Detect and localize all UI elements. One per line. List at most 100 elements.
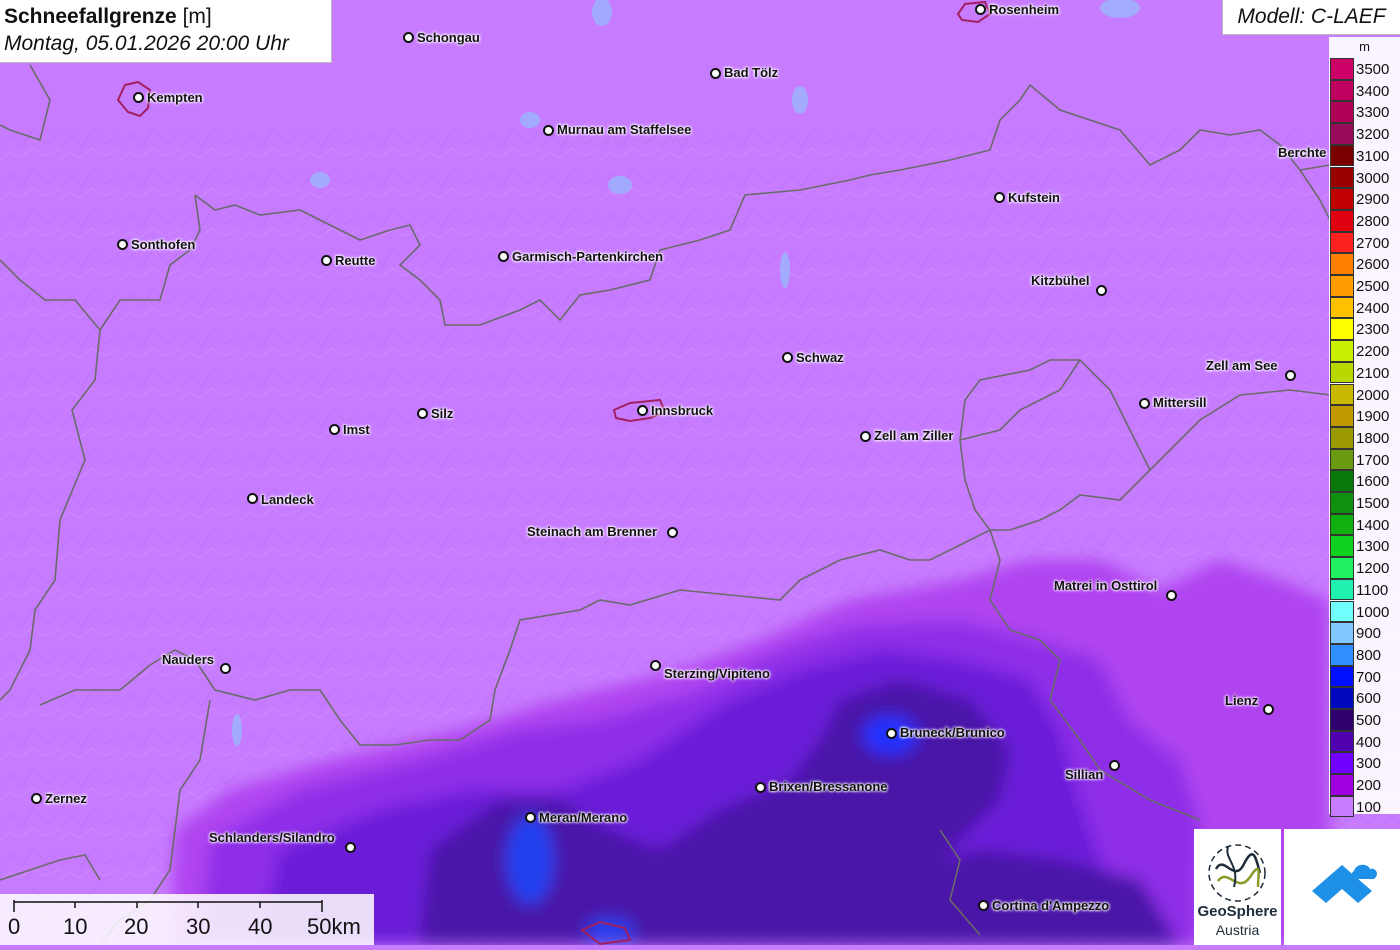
scale-label-30: 30 xyxy=(186,914,211,939)
legend-row-2600: 2600 xyxy=(1329,253,1400,275)
city-dot xyxy=(329,424,340,435)
legend-row-2900: 2900 xyxy=(1329,188,1400,210)
legend-row-2400: 2400 xyxy=(1329,296,1400,319)
city-dot xyxy=(498,251,509,262)
city-label: Zernez xyxy=(45,791,87,806)
legend-swatch xyxy=(1330,405,1354,427)
city-label: Kitzbühel xyxy=(1031,273,1090,288)
legend-row-700: 700 xyxy=(1329,665,1400,688)
legend-row-3300: 3300 xyxy=(1329,101,1400,124)
legend-label: 2000 xyxy=(1356,386,1390,404)
city-label: Murnau am Staffelsee xyxy=(557,122,692,137)
legend-row-1500: 1500 xyxy=(1329,492,1400,514)
legend-row-300: 300 xyxy=(1329,752,1400,775)
legend-label: 1500 xyxy=(1356,495,1390,512)
legend-swatch xyxy=(1330,296,1354,319)
legend-swatch xyxy=(1330,275,1354,297)
legend-label: 1300 xyxy=(1356,538,1390,556)
legend-swatch xyxy=(1330,622,1354,644)
legend-swatch xyxy=(1330,600,1354,623)
city-label: Sonthofen xyxy=(131,237,196,252)
legend-row-3200: 3200 xyxy=(1329,123,1400,145)
city-dot xyxy=(417,408,428,419)
legend-swatch xyxy=(1330,383,1354,406)
scale-bar: 0 10 20 30 40 50km xyxy=(0,894,374,945)
geosphere-logo-text-1: GeoSphere xyxy=(1197,903,1278,920)
city-label: Meran/Merano xyxy=(539,810,628,825)
legend-row-2100: 2100 xyxy=(1329,361,1400,384)
legend-swatch xyxy=(1330,557,1354,579)
legend-label: 2900 xyxy=(1356,191,1390,209)
weather-app-logo-icon xyxy=(1312,864,1377,903)
legend-label: 500 xyxy=(1356,712,1382,729)
legend-label: 3500 xyxy=(1356,61,1390,78)
legend-label: 200 xyxy=(1356,777,1382,795)
legend-label: 2700 xyxy=(1356,234,1390,252)
city-label: Cortina d'Ampezzo xyxy=(992,898,1110,913)
parameter-unit: [m] xyxy=(182,5,212,28)
legend-swatch xyxy=(1330,687,1354,709)
legend-row-1100: 1100 xyxy=(1329,578,1400,601)
legend-row-500: 500 xyxy=(1329,709,1400,731)
legend-swatch xyxy=(1330,470,1354,492)
color-legend: m 3500 3400 3300 3200 3100 3000 2900 2800 2700 26… xyxy=(1329,37,1400,818)
map-title-box: Schneefallgrenze [m] Montag, 05.01.2026 … xyxy=(0,0,332,63)
city-label: Bruneck/Brunico xyxy=(900,725,1005,740)
legend-label: 1000 xyxy=(1356,603,1390,621)
legend-label: 1700 xyxy=(1356,451,1390,469)
legend-swatch xyxy=(1330,535,1354,558)
city-dot xyxy=(1285,370,1296,381)
city-label: Innsbruck xyxy=(651,403,714,418)
city-dot xyxy=(637,405,648,416)
legend-label: 2400 xyxy=(1356,299,1390,317)
snowline-map[interactable] xyxy=(0,0,1400,945)
legend-swatch xyxy=(1330,492,1354,514)
legend-label: 2300 xyxy=(1356,321,1390,339)
scale-label-40: 40 xyxy=(248,914,273,939)
geosphere-logo[interactable]: GeoSphere Austria xyxy=(1194,829,1281,945)
legend-label: 1600 xyxy=(1356,473,1390,491)
legend-swatch xyxy=(1330,58,1354,80)
legend-swatch xyxy=(1330,188,1354,210)
city-label: Schwaz xyxy=(796,350,844,365)
city-dot xyxy=(994,192,1005,203)
legend-label: 900 xyxy=(1356,625,1382,643)
app-logo[interactable] xyxy=(1284,829,1400,945)
legend-label: 300 xyxy=(1356,755,1382,773)
city-dot xyxy=(860,431,871,442)
city-label: Silz xyxy=(431,406,454,421)
city-dot xyxy=(975,4,986,15)
legend-swatch xyxy=(1330,318,1354,341)
legend-swatch xyxy=(1330,795,1354,818)
legend-row-2500: 2500 xyxy=(1329,275,1400,297)
city-dot xyxy=(1109,760,1120,771)
city-dot xyxy=(650,660,661,671)
legend-swatch xyxy=(1330,209,1354,232)
legend-swatch xyxy=(1330,79,1354,102)
city-dot xyxy=(543,125,554,136)
legend-row-400: 400 xyxy=(1329,730,1400,753)
legend-row-1600: 1600 xyxy=(1329,470,1400,492)
legend-row-2800: 2800 xyxy=(1329,209,1400,232)
legend-swatch xyxy=(1330,101,1354,124)
city-dot xyxy=(247,493,258,504)
legend-label: 1900 xyxy=(1356,408,1390,426)
legend-label: 1400 xyxy=(1356,516,1390,534)
city-dot xyxy=(1263,704,1274,715)
legend-swatch xyxy=(1330,578,1354,601)
city-dot xyxy=(1139,398,1150,409)
legend-label: 600 xyxy=(1356,690,1382,708)
city-label: Imst xyxy=(343,422,370,437)
legend-label: 800 xyxy=(1356,646,1382,664)
city-label: Zell am See xyxy=(1206,358,1278,373)
legend-swatch xyxy=(1330,340,1354,362)
legend-unit: m xyxy=(1359,39,1370,54)
city-label: Reutte xyxy=(335,253,376,268)
city-label: Sterzing/Vipiteno xyxy=(664,666,770,681)
legend-row-1200: 1200 xyxy=(1329,557,1400,579)
parameter-name: Schneefallgrenze xyxy=(4,5,177,28)
legend-label: 2800 xyxy=(1356,212,1390,230)
scale-label-50km: 50km xyxy=(307,914,361,939)
legend-label: 3300 xyxy=(1356,104,1390,122)
city-label: Garmisch-Partenkirchen xyxy=(512,249,664,264)
